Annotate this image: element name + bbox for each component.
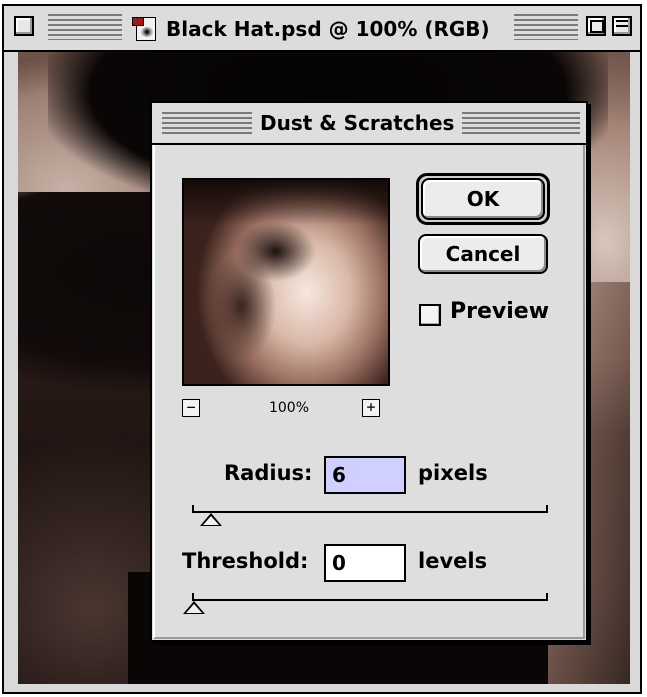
threshold-slider-track[interactable] [192,593,548,601]
zoom-in-button[interactable]: + [362,399,380,417]
titlebar-stripes-right [514,14,578,40]
dust-scratches-dialog: Dust & Scratches − 100% + OK Cancel Prev… [150,101,588,642]
radius-unit-label: pixels [418,461,488,485]
threshold-label: Threshold: [182,549,309,573]
threshold-unit-label: levels [418,549,488,573]
radius-slider-thumb[interactable] [199,513,222,526]
preview-checkbox[interactable] [419,304,441,326]
collapse-box-button[interactable] [612,16,632,36]
radius-slider-track[interactable] [192,505,548,513]
zoom-box-button[interactable] [586,16,606,36]
preview-checkbox-label[interactable]: Preview [450,299,549,324]
document-title: Black Hat.psd @ 100% (RGB) [166,17,490,41]
radius-label: Radius: [224,461,313,485]
document-title-group: Black Hat.psd @ 100% (RGB) [126,15,496,43]
document-titlebar[interactable]: Black Hat.psd @ 100% (RGB) [4,6,640,52]
radius-input[interactable]: 6 [324,456,406,494]
threshold-input[interactable]: 0 [324,544,406,582]
close-box-button[interactable] [14,16,34,36]
preview-zoom-controls: − 100% + [182,399,390,421]
threshold-slider-thumb[interactable] [183,601,205,614]
titlebar-stripes-left [48,14,122,40]
psd-document-icon [132,15,158,43]
zoom-level-label: 100% [268,400,310,416]
filter-preview-image[interactable] [182,178,390,386]
cancel-button[interactable]: Cancel [418,234,548,274]
dialog-title: Dust & Scratches [252,109,463,137]
ok-button[interactable]: OK [421,178,545,220]
dialog-titlebar[interactable]: Dust & Scratches [152,103,586,145]
zoom-out-button[interactable]: − [182,399,200,417]
